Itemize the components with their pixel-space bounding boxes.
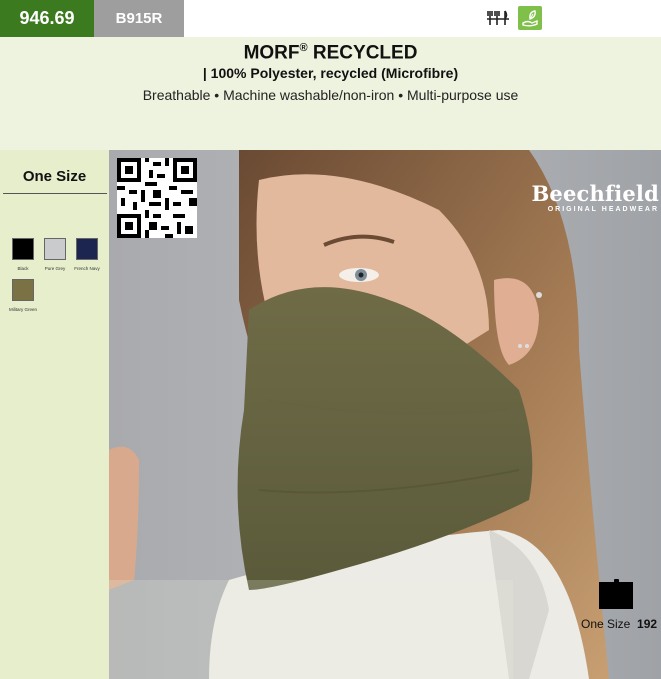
color-label-black: Black (17, 266, 29, 271)
product-header: MORF® RECYCLED | 100% Polyester, recycle… (0, 37, 661, 150)
carton-quantity: One Size 192 (581, 617, 658, 631)
divider (3, 193, 107, 194)
color-swatch-french-navy (76, 238, 98, 260)
color-swatch-military-green (12, 279, 34, 301)
top-bar: 946.69 B915R (0, 0, 661, 37)
brand-logo: Beechfield ORIGINAL HEADWEAR (514, 183, 659, 214)
eco-hand-leaf-icon (518, 6, 542, 30)
color-swatch-pure-grey (44, 238, 66, 260)
color-swatch-black (12, 238, 34, 260)
product-title: MORF® RECYCLED (243, 42, 418, 64)
material-subtitle: | 100% Polyester, recycled (Microfibre) (202, 65, 459, 82)
qr-code[interactable] (117, 158, 197, 238)
info-overlay (109, 580, 513, 679)
product-code: B915R (94, 0, 184, 37)
color-label-pure-grey: Pure Grey (44, 266, 66, 271)
color-label-french-navy: French Navy (74, 266, 100, 271)
carton-box-icon (599, 582, 633, 609)
options-sidebar: One Size Black Pure Grey French Navy Mil… (0, 150, 109, 679)
brand-name: Beechfield (531, 181, 659, 206)
brand-tagline: ORIGINAL HEADWEAR (547, 206, 659, 213)
feature-list: Breathable • Machine washable/non-iron •… (142, 87, 519, 104)
size-heading: One Size (22, 168, 87, 185)
fork-knife-icon (485, 6, 511, 30)
article-number: 946.69 (0, 0, 94, 37)
color-label-military-green: Military Green (8, 307, 37, 312)
